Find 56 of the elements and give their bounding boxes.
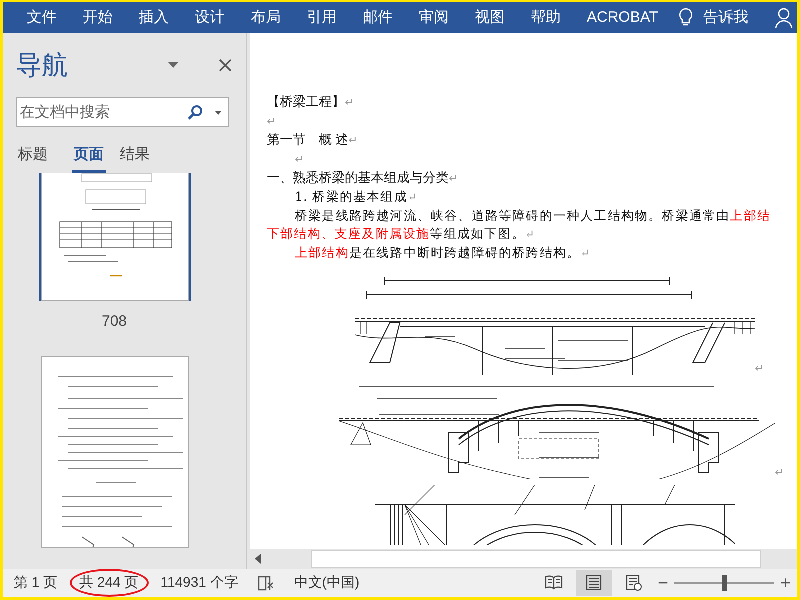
status-text[interactable]: 共 244 页: [70, 569, 149, 597]
scrollbar-thumb[interactable]: [311, 550, 761, 568]
paragraph-mark: ↵: [580, 247, 590, 260]
paragraph-text: 下部结构、支座及附属设施等组成如下图。: [267, 226, 526, 241]
zoom-slider-thumb[interactable]: [722, 575, 728, 591]
search-icon[interactable]: [188, 105, 203, 120]
paragraph-text: 上部结构是在线路中断时跨越障碍的桥跨结构。: [295, 245, 581, 260]
zoom-in-button[interactable]: +: [774, 572, 797, 594]
paragraph-mark: ↵: [525, 228, 536, 241]
paragraph-text: 第一节 概 述: [267, 132, 349, 147]
person-icon[interactable]: [775, 8, 794, 28]
ribbon-tab[interactable]: 插入: [126, 8, 182, 27]
paragraph-mark: ↵: [755, 362, 764, 375]
page-thumbnail[interactable]: [40, 356, 188, 548]
paragraph-text: 桥梁是线路跨越河流、峡谷、道路等障碍的一种人工结构物。桥梁通常由上部结: [295, 208, 772, 223]
page-number: 708: [102, 313, 128, 330]
pane-tab[interactable]: 标题: [16, 145, 60, 173]
paragraph-text: 一、熟悉桥梁的基本组成与分类: [267, 170, 449, 185]
paragraph-text: 【桥梁工程】: [267, 94, 345, 109]
print-layout-icon: [584, 575, 603, 591]
paragraph-mark: ↵: [267, 116, 276, 128]
ribbon-tab[interactable]: 邮件: [350, 8, 406, 27]
proofing-book-icon[interactable]: [258, 576, 274, 590]
pane-tab[interactable]: 结果: [118, 145, 162, 173]
lightbulb-icon[interactable]: [679, 8, 694, 27]
status-text[interactable]: 114931 个字: [154, 569, 244, 597]
status-text[interactable]: 中文(中国): [288, 569, 366, 597]
zoom-out-button[interactable]: −: [652, 572, 674, 594]
ribbon-tab[interactable]: 视图: [462, 8, 518, 27]
dropdown-caret-icon[interactable]: [168, 62, 179, 68]
ribbon-tab[interactable]: 审阅: [406, 8, 462, 27]
ribbon-tab[interactable]: 帮助: [518, 8, 574, 27]
close-icon[interactable]: [219, 58, 232, 72]
read-mode-icon: [544, 575, 563, 591]
view-print-button[interactable]: [576, 570, 612, 596]
horizontal-scrollbar[interactable]: [247, 549, 797, 569]
paragraph-text: 1. 桥梁的基本组成: [295, 189, 408, 204]
paragraph-mark: ↵: [408, 191, 418, 204]
paragraph-mark: ↵: [775, 466, 784, 479]
pane-title: 导航: [16, 48, 69, 82]
ribbon-tab[interactable]: 布局: [238, 8, 294, 27]
ribbon-tab[interactable]: 开始: [70, 8, 126, 27]
web-layout-icon: [624, 575, 643, 591]
scroll-left-arrow-icon[interactable]: [255, 554, 261, 564]
caret-icon[interactable]: [215, 111, 222, 115]
paragraph-mark: ↵: [295, 154, 304, 166]
ribbon-tab[interactable]: ACROBAT: [574, 9, 672, 26]
search-field[interactable]: 在文档中搜索: [16, 97, 229, 127]
ribbon-tab[interactable]: 文件: [14, 8, 70, 27]
tell-me-field[interactable]: 告诉我: [693, 8, 762, 27]
paragraph-mark: ↵: [348, 135, 358, 147]
paragraph-mark: ↵: [345, 97, 354, 109]
status-text[interactable]: 第 1 页: [8, 569, 64, 597]
ribbon-tab[interactable]: 引用: [294, 8, 350, 27]
paragraph-mark: ↵: [449, 173, 458, 185]
ribbon-tab[interactable]: 设计: [182, 8, 238, 27]
